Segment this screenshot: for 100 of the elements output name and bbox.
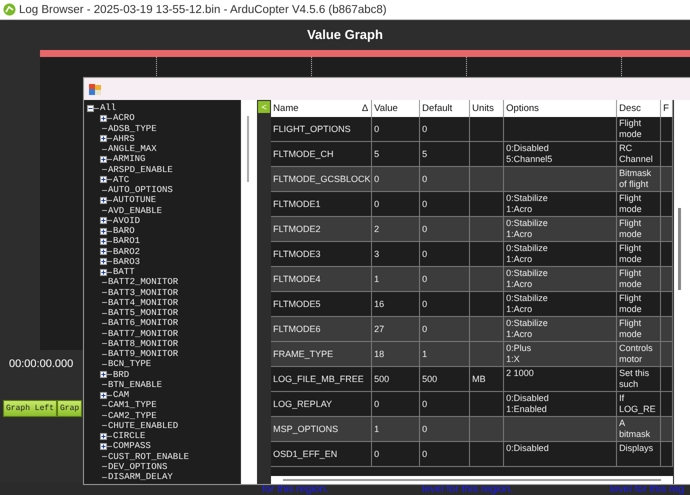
tree-item[interactable]: ACRO [113,113,135,124]
table-cell: FRAME_TYPE [271,342,372,366]
table-cell: 0:Stabilize 1:Acro [504,242,618,266]
tree-item[interactable]: CAM [113,390,130,400]
table-cell: 1 [372,417,420,441]
expand-icon[interactable] [100,258,107,266]
table-row[interactable]: FLTMODE2 2 0 0:Stabilize 1:Acro Flight mode [271,217,674,242]
tree-item[interactable]: AVD_ENABLE [108,206,162,216]
table-cell: FLTMODE4 [271,267,372,291]
table-cell: 0 [420,417,470,441]
table-cell: Flight mode [617,317,662,341]
expand-icon[interactable] [100,228,107,235]
table-cell: FLTMODE_CH [271,142,372,166]
tree-item[interactable]: BATT2_MONITOR [108,277,178,288]
tree-item[interactable]: BTN_ENABLE [108,380,162,390]
table-cell: FLTMODE2 [271,217,372,241]
table-row[interactable]: LOG_REPLAY 0 0 0:Disabled 1:Enabled If LOG_RE [271,392,674,417]
tree-item[interactable]: CAM1_TYPE [108,400,157,410]
table-cell: 0:Stabilize 1:Acro [504,217,618,241]
tree-item[interactable]: ARMING [113,154,146,164]
table-row[interactable]: FRAME_TYPE 18 1 0:Plus 1:X Controls motor [271,342,674,367]
tree-item[interactable]: DISARM_DELAY [108,472,173,482]
tree-item[interactable]: AUTOTUNE [113,195,156,206]
tree-item[interactable]: BARO1 [113,236,140,246]
tree-item[interactable]: ANGLE_MAX [108,144,157,154]
tree-item[interactable]: CUST_ROT_ENABLE [108,452,190,462]
graph-button[interactable]: Grap [57,400,82,417]
tree-item[interactable]: ADSB_TYPE [108,124,157,134]
tree-item[interactable]: DEV_OPTIONS [108,462,168,472]
table-row[interactable]: FLTMODE_GCSBLOCK 0 0 Bitmask of flight [271,167,674,192]
expand-icon[interactable] [100,432,107,440]
table-row[interactable]: FLTMODE4 1 0 0:Stabilize 1:Acro Flight mode [271,267,674,292]
tree-item[interactable]: BATT6_MONITOR [108,318,178,328]
expand-icon[interactable] [100,196,107,204]
tree-item[interactable]: BATT9_MONITOR [108,349,178,360]
expand-icon[interactable] [100,238,107,245]
tree-item[interactable]: BARO2 [113,246,140,257]
tree-item[interactable]: AVOID [113,216,140,226]
table-cell: 0 [420,267,470,291]
table-cell: 18 [372,342,420,366]
tree-item[interactable]: BATT8_MONITOR [108,338,178,349]
table-row[interactable]: LOG_FILE_MB_FREE 500 500 MB 2 1000 Set this such [271,367,674,392]
expand-icon[interactable] [100,442,107,450]
tree-item[interactable]: BARO [113,226,135,236]
tree-item[interactable]: COMPASS [113,441,151,452]
tree-item[interactable]: AHRS [113,134,135,144]
table-cell: A bitmask [617,417,662,441]
table-row[interactable]: OSD1_EFF_EN 0 0 0:Disabled Displays [271,442,674,467]
table-cell: 0 [372,167,420,191]
expand-icon[interactable] [100,135,107,142]
tree-item[interactable]: BATT [113,267,135,278]
expand-icon[interactable] [100,248,107,256]
tree-item[interactable]: ATC [113,174,130,185]
expand-icon[interactable] [100,114,107,122]
expand-icon[interactable] [100,176,107,184]
collapse-icon[interactable] [87,104,94,112]
table-cell: 0 [372,192,420,216]
tree-item[interactable]: CIRCLE [113,431,146,442]
scrollbar[interactable] [674,100,690,484]
tree-item[interactable]: BATT5_MONITOR [108,308,178,318]
expand-icon[interactable] [100,268,107,276]
table-row[interactable]: FLTMODE5 16 0 0:Stabilize 1:Acro Flight mode [271,292,674,317]
tree-item[interactable]: BRD [113,370,130,380]
table-cell: 0 [420,292,470,316]
table-cell: 0:Disabled [504,442,618,466]
tree-item[interactable]: BCN_TYPE [108,359,152,370]
tree-item[interactable]: BATT7_MONITOR [108,328,178,339]
graph-button[interactable]: Graph Left [3,400,58,417]
scrollbar[interactable] [271,476,674,484]
expand-icon[interactable] [100,156,107,163]
table-cell: Controls motor [617,342,662,366]
tree-item[interactable]: CHUTE_ENABLED [108,420,178,431]
tree-item[interactable]: All [100,103,116,114]
tree-item[interactable]: CAM2_TYPE [108,410,157,421]
table-cell: 0:Stabilize 1:Acro [504,192,618,216]
table-row[interactable]: MSP_OPTIONS 1 0 A bitmask [271,417,674,442]
tree-item[interactable]: BATT4_MONITOR [108,298,178,308]
region-text: level for this reg [610,483,684,495]
tree-item[interactable]: ARSPD_ENABLE [108,164,173,175]
app-icon [89,84,101,94]
tree-item[interactable]: BARO3 [113,256,140,267]
table-row[interactable]: FLIGHT_OPTIONS 0 0 Flight mode [271,117,674,142]
table-row[interactable]: FLTMODE6 27 0 0:Stabilize 1:Acro Flight mode [271,317,674,342]
tree-item[interactable]: AUTO_OPTIONS [108,185,173,196]
table-cell: 500 [420,367,470,391]
table-cell: OSD1_EFF_EN [271,442,372,466]
tree-item[interactable]: BATT3_MONITOR [108,288,178,298]
expand-icon[interactable] [100,392,107,399]
expand-icon[interactable] [100,371,107,378]
table-row[interactable]: FLTMODE1 0 0 0:Stabilize 1:Acro Flight mode [271,192,674,217]
table-cell: FLIGHT_OPTIONS [271,117,372,141]
window-title: Log Browser - 2025-03-19 13-55-12.bin - ArduCopter V4.5.6 (b867abc8) [19,4,387,16]
table-row[interactable]: FLTMODE_CH 5 5 0:Disabled 5:Channel5 RC Channel [271,142,674,167]
table-cell: FLTMODE3 [271,242,372,266]
table-row[interactable]: FLTMODE3 3 0 0:Stabilize 1:Acro Flight mode [271,242,674,267]
scrollbar[interactable] [241,100,258,484]
expand-icon[interactable] [100,217,107,224]
table-cell: 0 [420,317,470,341]
table-cell: Bitmask of flight [617,167,662,191]
table-cell: Flight mode [617,292,662,316]
